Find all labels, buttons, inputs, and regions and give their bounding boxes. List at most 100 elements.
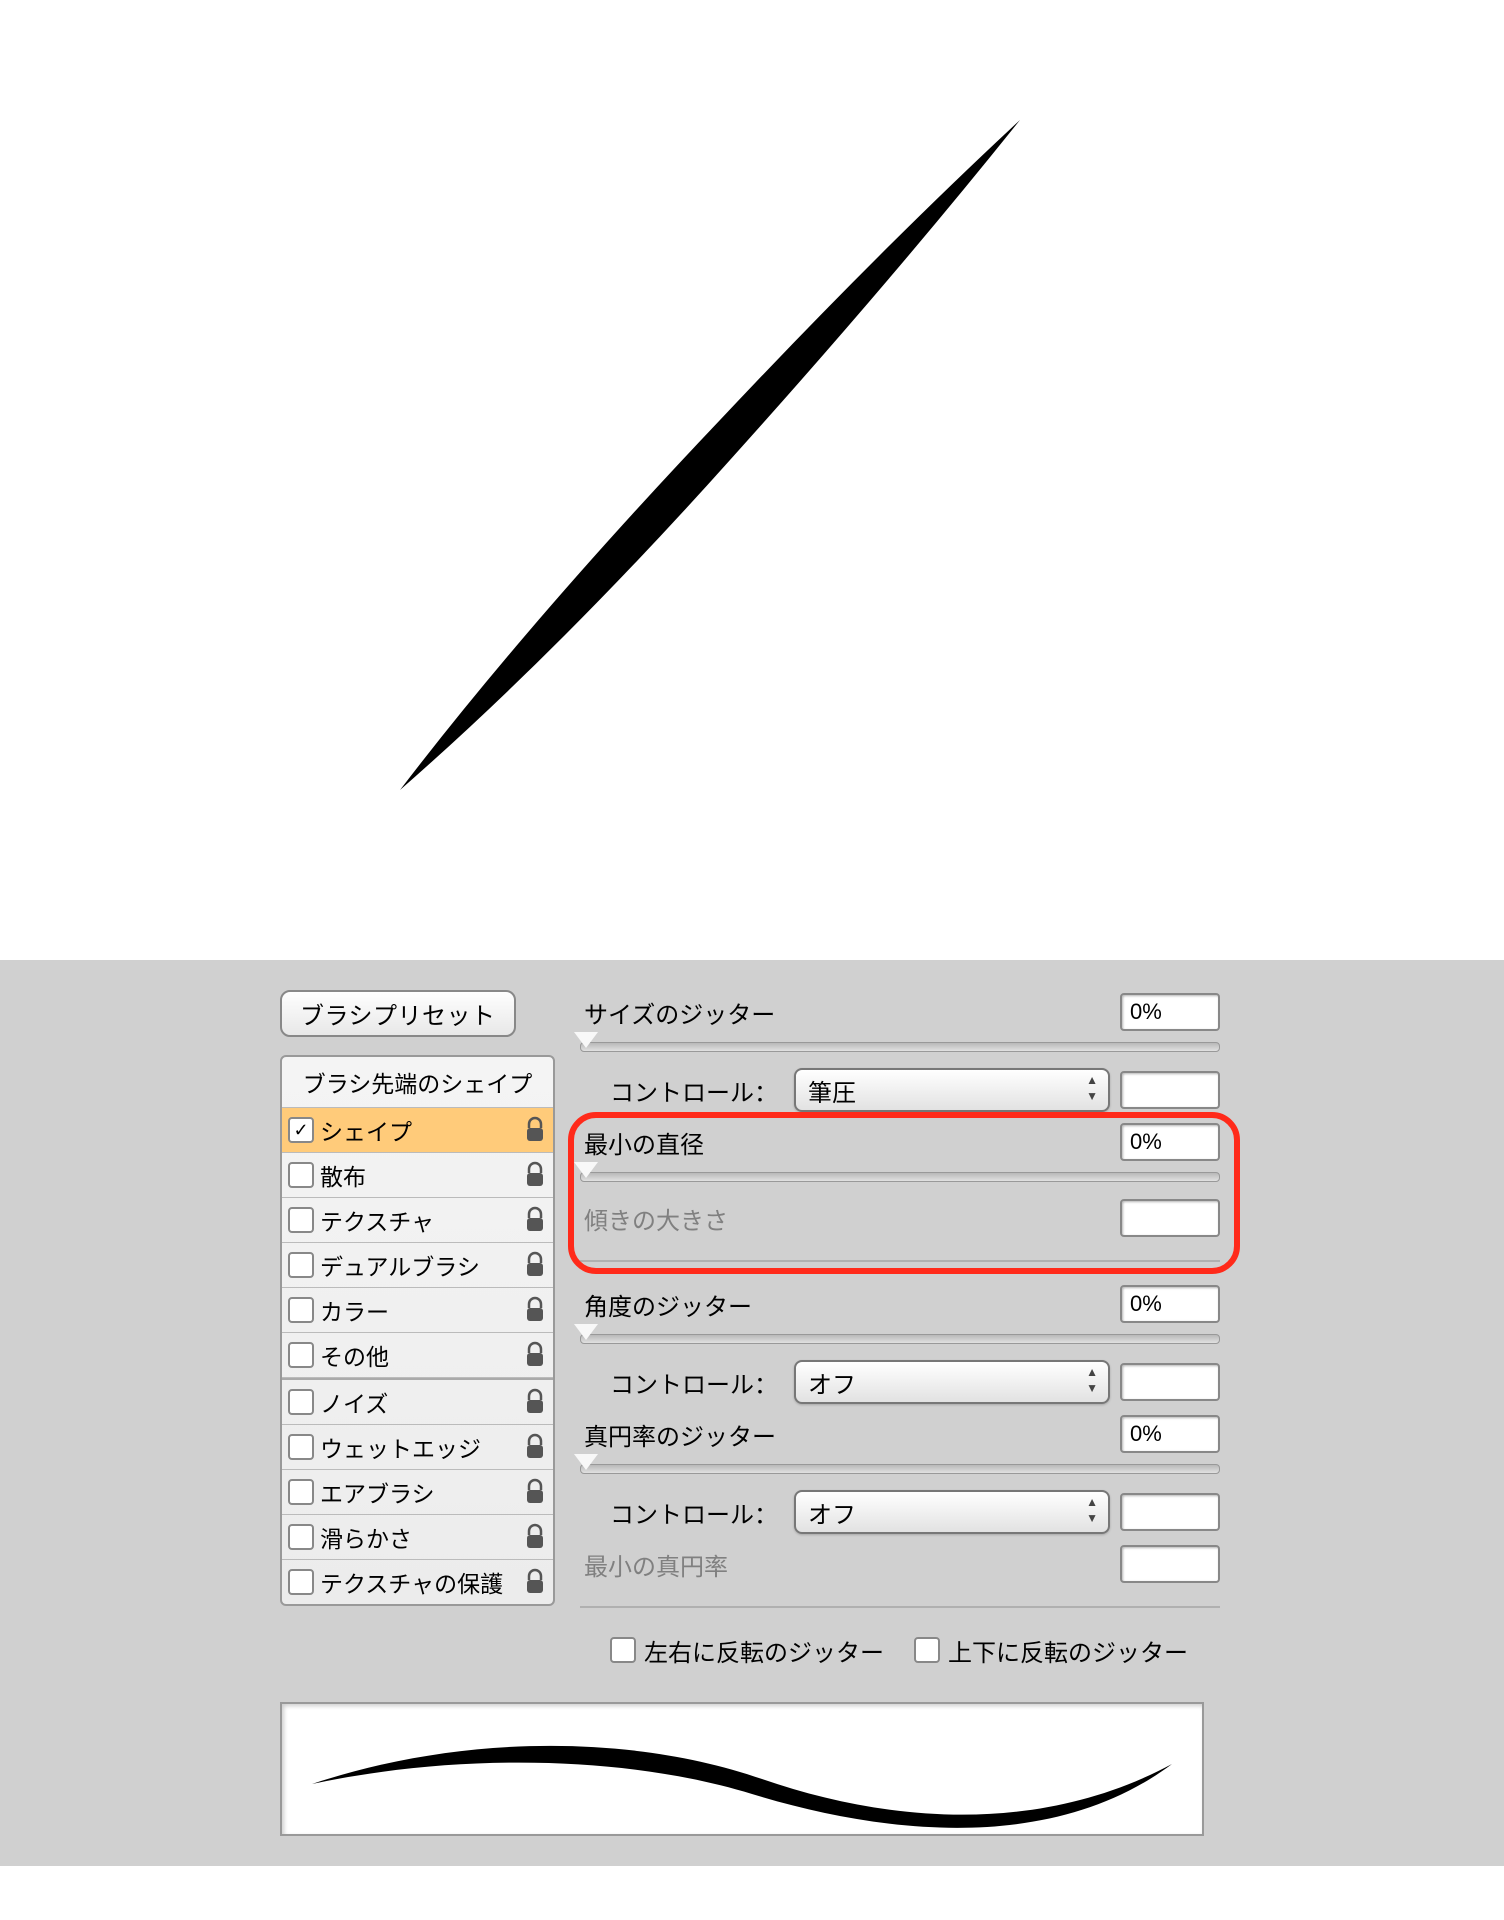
sidebar-item-label: カラー [320,1293,517,1327]
roundness-control-select[interactable]: オフ ▲▼ [794,1490,1110,1534]
checkbox-icon[interactable] [288,1252,314,1278]
lock-icon[interactable] [523,1251,547,1279]
angle-jitter-label: 角度のジッター [580,1287,1120,1322]
checkbox-icon[interactable] [288,1479,314,1505]
brush-presets-button[interactable]: ブラシプリセット [280,990,516,1037]
checkbox-icon[interactable] [288,1389,314,1415]
checkbox-icon[interactable] [288,1162,314,1188]
lock-icon[interactable] [523,1568,547,1596]
lock-icon[interactable] [523,1206,547,1234]
checkbox-icon[interactable]: ✓ [288,1117,314,1143]
sidebar-item-label: その他 [320,1338,517,1372]
size-jitter-label: サイズのジッター [580,995,1120,1030]
control-label: コントロール： [610,1495,784,1530]
brush-stroke-svg [0,0,1504,960]
min-roundness-label: 最小の真円率 [580,1547,1120,1582]
sidebar-item-label: ノイズ [320,1385,517,1419]
sidebar-item-noise[interactable]: ノイズ [282,1378,553,1425]
sidebar-item-wet-edges[interactable]: ウェットエッジ [282,1425,553,1470]
size-control-select[interactable]: 筆圧 ▲▼ [794,1068,1110,1112]
slider-track [580,1172,1220,1182]
checkbox-icon[interactable] [288,1342,314,1368]
select-value: 筆圧 [808,1073,856,1108]
roundness-jitter-slider[interactable] [580,1458,1220,1478]
flip-jitter-row: 左右に反転のジッター 上下に反転のジッター [610,1628,1220,1672]
lock-icon[interactable] [523,1161,547,1189]
sidebar-item-airbrush[interactable]: エアブラシ [282,1470,553,1515]
select-value: オフ [808,1365,856,1400]
angle-jitter-slider[interactable] [580,1328,1220,1348]
roundness-control-extra-input[interactable]: . [1120,1493,1220,1531]
min-roundness-input[interactable]: . [1120,1545,1220,1583]
flip-y-label: 上下に反転のジッター [948,1633,1188,1668]
sidebar-item-protect-texture[interactable]: テクスチャの保護 [282,1560,553,1604]
roundness-control-row: コントロール： オフ ▲▼ . [610,1488,1220,1536]
sidebar-item-dual-brush[interactable]: デュアルブラシ [282,1243,553,1288]
min-diameter-slider[interactable] [580,1166,1220,1186]
flip-y-jitter-checkbox[interactable]: 上下に反転のジッター [914,1633,1188,1668]
slider-handle-icon[interactable] [574,1324,598,1340]
lock-icon[interactable] [523,1433,547,1461]
sidebar-item-color-dynamics[interactable]: カラー [282,1288,553,1333]
checkbox-icon[interactable] [610,1637,636,1663]
size-control-extra-input[interactable]: . [1120,1071,1220,1109]
brush-preview-box [280,1702,1204,1836]
sidebar-item-smoothing[interactable]: 滑らかさ [282,1515,553,1560]
size-control-row: コントロール： 筆圧 ▲▼ . [610,1066,1220,1114]
slider-track [580,1334,1220,1344]
sidebar-item-shape-dynamics[interactable]: ✓ シェイプ [282,1108,553,1153]
slider-track [580,1464,1220,1474]
control-label: コントロール： [610,1365,784,1400]
preview-stroke [312,1746,1172,1828]
angle-control-select[interactable]: オフ ▲▼ [794,1360,1110,1404]
select-value: オフ [808,1495,856,1530]
checkbox-icon[interactable] [914,1637,940,1663]
slider-handle-icon[interactable] [574,1454,598,1470]
brush-preview-svg [282,1704,1202,1834]
checkbox-icon[interactable] [288,1569,314,1595]
checkbox-icon[interactable] [288,1207,314,1233]
updown-arrows-icon: ▲▼ [1086,1494,1098,1526]
brush-tip-shape-header[interactable]: ブラシ先端のシェイプ [282,1057,553,1108]
sidebar-item-scattering[interactable]: 散布 [282,1153,553,1198]
sidebar-item-label: デュアルブラシ [320,1248,517,1282]
size-jitter-input[interactable]: 0% [1120,993,1220,1031]
lock-icon[interactable] [523,1341,547,1369]
sidebar-item-texture[interactable]: テクスチャ [282,1198,553,1243]
slider-handle-icon[interactable] [574,1162,598,1178]
min-diameter-label: 最小の直径 [580,1125,1120,1160]
checkbox-icon[interactable] [288,1524,314,1550]
checkbox-icon[interactable] [288,1434,314,1460]
brush-sample-canvas [0,0,1504,960]
lock-icon[interactable] [523,1523,547,1551]
slider-handle-icon[interactable] [574,1032,598,1048]
lock-icon[interactable] [523,1388,547,1416]
sidebar-item-label: 散布 [320,1158,517,1192]
sidebar-item-label: テクスチャの保護 [320,1565,517,1599]
sidebar-item-other-dynamics[interactable]: その他 [282,1333,553,1378]
sidebar-item-label: シェイプ [320,1113,517,1147]
lock-icon[interactable] [523,1478,547,1506]
angle-jitter-input[interactable]: 0% [1120,1285,1220,1323]
tilt-scale-input[interactable]: . [1120,1199,1220,1237]
settings-column: サイズのジッター 0% コントロール： 筆圧 ▲▼ . 最小の直径 0 [580,990,1220,1672]
min-diameter-group: 最小の直径 0% 傾きの大きさ . [580,1120,1220,1240]
roundness-jitter-input[interactable]: 0% [1120,1415,1220,1453]
tilt-scale-label: 傾きの大きさ [580,1201,1120,1236]
lock-icon[interactable] [523,1116,547,1144]
updown-arrows-icon: ▲▼ [1086,1364,1098,1396]
angle-control-extra-input[interactable]: . [1120,1363,1220,1401]
size-jitter-slider[interactable] [580,1036,1220,1056]
sidebar-column: ブラシプリセット ブラシ先端のシェイプ ✓ シェイプ 散布 テクスチャ [280,990,555,1606]
flip-x-jitter-checkbox[interactable]: 左右に反転のジッター [610,1633,884,1668]
sidebar-item-label: 滑らかさ [320,1520,517,1554]
sidebar-item-label: ウェットエッジ [320,1430,517,1464]
lock-icon[interactable] [523,1296,547,1324]
checkbox-icon[interactable] [288,1297,314,1323]
min-diameter-input[interactable]: 0% [1120,1123,1220,1161]
angle-control-row: コントロール： オフ ▲▼ . [610,1358,1220,1406]
control-label: コントロール： [610,1073,784,1108]
size-jitter-block: サイズのジッター 0% [580,990,1220,1056]
brush-stroke [400,120,1020,790]
divider [580,1260,1220,1262]
